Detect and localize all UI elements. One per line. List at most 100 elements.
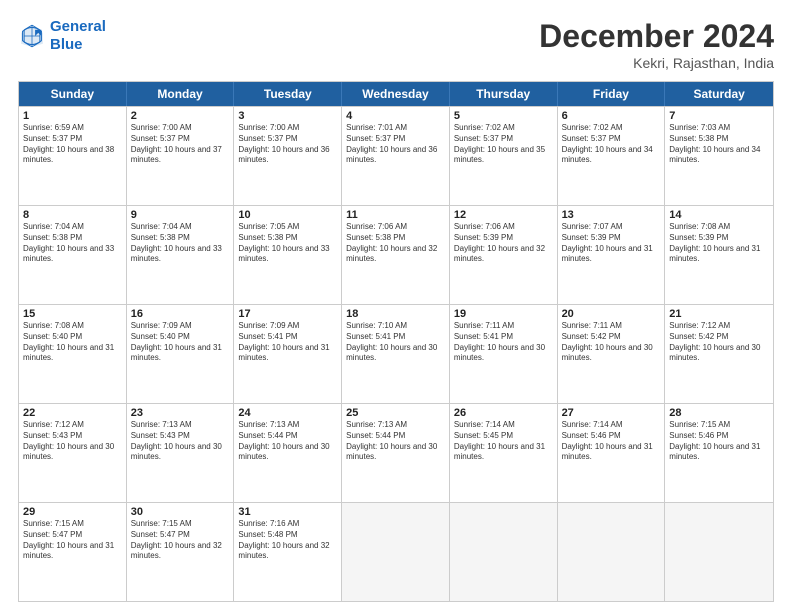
day-number: 29 xyxy=(23,506,122,518)
empty-cell xyxy=(342,503,450,601)
day-cell-26: 26Sunrise: 7:14 AM Sunset: 5:45 PM Dayli… xyxy=(450,404,558,502)
cell-info: Sunrise: 7:16 AM Sunset: 5:48 PM Dayligh… xyxy=(238,519,337,562)
day-number: 5 xyxy=(454,110,553,122)
day-cell-5: 5Sunrise: 7:02 AM Sunset: 5:37 PM Daylig… xyxy=(450,107,558,205)
cell-info: Sunrise: 7:14 AM Sunset: 5:45 PM Dayligh… xyxy=(454,420,553,463)
day-number: 4 xyxy=(346,110,445,122)
day-cell-1: 1Sunrise: 6:59 AM Sunset: 5:37 PM Daylig… xyxy=(19,107,127,205)
header-day-tuesday: Tuesday xyxy=(234,82,342,106)
day-cell-25: 25Sunrise: 7:13 AM Sunset: 5:44 PM Dayli… xyxy=(342,404,450,502)
day-number: 27 xyxy=(562,407,661,419)
day-cell-7: 7Sunrise: 7:03 AM Sunset: 5:38 PM Daylig… xyxy=(665,107,773,205)
cell-info: Sunrise: 7:04 AM Sunset: 5:38 PM Dayligh… xyxy=(131,222,230,265)
day-cell-30: 30Sunrise: 7:15 AM Sunset: 5:47 PM Dayli… xyxy=(127,503,235,601)
cell-info: Sunrise: 7:05 AM Sunset: 5:38 PM Dayligh… xyxy=(238,222,337,265)
day-cell-14: 14Sunrise: 7:08 AM Sunset: 5:39 PM Dayli… xyxy=(665,206,773,304)
day-cell-6: 6Sunrise: 7:02 AM Sunset: 5:37 PM Daylig… xyxy=(558,107,666,205)
day-number: 10 xyxy=(238,209,337,221)
empty-cell xyxy=(558,503,666,601)
day-number: 15 xyxy=(23,308,122,320)
day-cell-16: 16Sunrise: 7:09 AM Sunset: 5:40 PM Dayli… xyxy=(127,305,235,403)
empty-cell xyxy=(450,503,558,601)
cell-info: Sunrise: 7:13 AM Sunset: 5:43 PM Dayligh… xyxy=(131,420,230,463)
cell-info: Sunrise: 7:15 AM Sunset: 5:46 PM Dayligh… xyxy=(669,420,769,463)
day-number: 2 xyxy=(131,110,230,122)
day-number: 8 xyxy=(23,209,122,221)
cell-info: Sunrise: 7:11 AM Sunset: 5:41 PM Dayligh… xyxy=(454,321,553,364)
cell-info: Sunrise: 7:01 AM Sunset: 5:37 PM Dayligh… xyxy=(346,123,445,166)
day-cell-20: 20Sunrise: 7:11 AM Sunset: 5:42 PM Dayli… xyxy=(558,305,666,403)
calendar-week-4: 22Sunrise: 7:12 AM Sunset: 5:43 PM Dayli… xyxy=(19,403,773,502)
day-cell-28: 28Sunrise: 7:15 AM Sunset: 5:46 PM Dayli… xyxy=(665,404,773,502)
header-day-friday: Friday xyxy=(558,82,666,106)
header-day-saturday: Saturday xyxy=(665,82,773,106)
page: General Blue December 2024 Kekri, Rajast… xyxy=(0,0,792,612)
cell-info: Sunrise: 7:06 AM Sunset: 5:38 PM Dayligh… xyxy=(346,222,445,265)
day-number: 26 xyxy=(454,407,553,419)
day-cell-9: 9Sunrise: 7:04 AM Sunset: 5:38 PM Daylig… xyxy=(127,206,235,304)
cell-info: Sunrise: 7:02 AM Sunset: 5:37 PM Dayligh… xyxy=(454,123,553,166)
day-number: 24 xyxy=(238,407,337,419)
day-cell-13: 13Sunrise: 7:07 AM Sunset: 5:39 PM Dayli… xyxy=(558,206,666,304)
logo-text: General Blue xyxy=(50,18,106,54)
day-cell-23: 23Sunrise: 7:13 AM Sunset: 5:43 PM Dayli… xyxy=(127,404,235,502)
day-number: 20 xyxy=(562,308,661,320)
day-cell-15: 15Sunrise: 7:08 AM Sunset: 5:40 PM Dayli… xyxy=(19,305,127,403)
day-number: 9 xyxy=(131,209,230,221)
day-number: 25 xyxy=(346,407,445,419)
cell-info: Sunrise: 6:59 AM Sunset: 5:37 PM Dayligh… xyxy=(23,123,122,166)
header-day-wednesday: Wednesday xyxy=(342,82,450,106)
day-number: 23 xyxy=(131,407,230,419)
cell-info: Sunrise: 7:00 AM Sunset: 5:37 PM Dayligh… xyxy=(238,123,337,166)
day-cell-24: 24Sunrise: 7:13 AM Sunset: 5:44 PM Dayli… xyxy=(234,404,342,502)
day-number: 3 xyxy=(238,110,337,122)
cell-info: Sunrise: 7:14 AM Sunset: 5:46 PM Dayligh… xyxy=(562,420,661,463)
calendar-week-1: 1Sunrise: 6:59 AM Sunset: 5:37 PM Daylig… xyxy=(19,106,773,205)
cell-info: Sunrise: 7:08 AM Sunset: 5:40 PM Dayligh… xyxy=(23,321,122,364)
day-number: 19 xyxy=(454,308,553,320)
calendar-header: SundayMondayTuesdayWednesdayThursdayFrid… xyxy=(19,82,773,106)
day-number: 21 xyxy=(669,308,769,320)
day-cell-31: 31Sunrise: 7:16 AM Sunset: 5:48 PM Dayli… xyxy=(234,503,342,601)
day-cell-12: 12Sunrise: 7:06 AM Sunset: 5:39 PM Dayli… xyxy=(450,206,558,304)
calendar-title: December 2024 xyxy=(539,18,774,55)
cell-info: Sunrise: 7:11 AM Sunset: 5:42 PM Dayligh… xyxy=(562,321,661,364)
cell-info: Sunrise: 7:03 AM Sunset: 5:38 PM Dayligh… xyxy=(669,123,769,166)
cell-info: Sunrise: 7:15 AM Sunset: 5:47 PM Dayligh… xyxy=(23,519,122,562)
day-cell-18: 18Sunrise: 7:10 AM Sunset: 5:41 PM Dayli… xyxy=(342,305,450,403)
empty-cell xyxy=(665,503,773,601)
day-number: 11 xyxy=(346,209,445,221)
day-number: 7 xyxy=(669,110,769,122)
day-number: 30 xyxy=(131,506,230,518)
cell-info: Sunrise: 7:06 AM Sunset: 5:39 PM Dayligh… xyxy=(454,222,553,265)
header-day-sunday: Sunday xyxy=(19,82,127,106)
day-cell-22: 22Sunrise: 7:12 AM Sunset: 5:43 PM Dayli… xyxy=(19,404,127,502)
day-number: 18 xyxy=(346,308,445,320)
cell-info: Sunrise: 7:04 AM Sunset: 5:38 PM Dayligh… xyxy=(23,222,122,265)
day-cell-27: 27Sunrise: 7:14 AM Sunset: 5:46 PM Dayli… xyxy=(558,404,666,502)
logo-blue: Blue xyxy=(50,36,83,53)
calendar: SundayMondayTuesdayWednesdayThursdayFrid… xyxy=(18,81,774,602)
cell-info: Sunrise: 7:15 AM Sunset: 5:47 PM Dayligh… xyxy=(131,519,230,562)
day-number: 12 xyxy=(454,209,553,221)
day-number: 28 xyxy=(669,407,769,419)
day-cell-8: 8Sunrise: 7:04 AM Sunset: 5:38 PM Daylig… xyxy=(19,206,127,304)
cell-info: Sunrise: 7:02 AM Sunset: 5:37 PM Dayligh… xyxy=(562,123,661,166)
day-cell-10: 10Sunrise: 7:05 AM Sunset: 5:38 PM Dayli… xyxy=(234,206,342,304)
day-cell-21: 21Sunrise: 7:12 AM Sunset: 5:42 PM Dayli… xyxy=(665,305,773,403)
cell-info: Sunrise: 7:08 AM Sunset: 5:39 PM Dayligh… xyxy=(669,222,769,265)
cell-info: Sunrise: 7:07 AM Sunset: 5:39 PM Dayligh… xyxy=(562,222,661,265)
logo: General Blue xyxy=(18,18,106,54)
day-number: 6 xyxy=(562,110,661,122)
day-cell-4: 4Sunrise: 7:01 AM Sunset: 5:37 PM Daylig… xyxy=(342,107,450,205)
calendar-subtitle: Kekri, Rajasthan, India xyxy=(539,55,774,71)
day-cell-2: 2Sunrise: 7:00 AM Sunset: 5:37 PM Daylig… xyxy=(127,107,235,205)
cell-info: Sunrise: 7:09 AM Sunset: 5:41 PM Dayligh… xyxy=(238,321,337,364)
header: General Blue December 2024 Kekri, Rajast… xyxy=(18,18,774,71)
header-day-monday: Monday xyxy=(127,82,235,106)
day-cell-3: 3Sunrise: 7:00 AM Sunset: 5:37 PM Daylig… xyxy=(234,107,342,205)
cell-info: Sunrise: 7:13 AM Sunset: 5:44 PM Dayligh… xyxy=(346,420,445,463)
day-cell-19: 19Sunrise: 7:11 AM Sunset: 5:41 PM Dayli… xyxy=(450,305,558,403)
cell-info: Sunrise: 7:13 AM Sunset: 5:44 PM Dayligh… xyxy=(238,420,337,463)
day-number: 14 xyxy=(669,209,769,221)
